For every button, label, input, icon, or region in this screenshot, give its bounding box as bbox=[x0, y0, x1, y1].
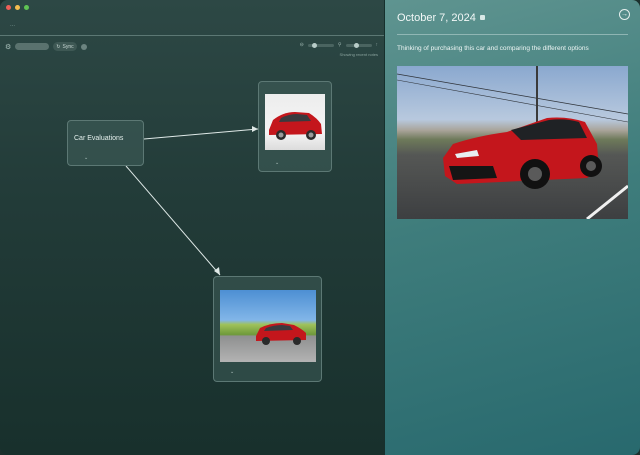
note-text[interactable]: Thinking of purchasing this car and comp… bbox=[397, 45, 589, 52]
note-date: October 7, 2024 bbox=[397, 12, 485, 24]
node-car-evaluations[interactable]: Car Evaluations ⌄ bbox=[67, 120, 144, 166]
detail-panel: October 7, 2024 → Thinking of purchasing… bbox=[385, 0, 640, 455]
red-car-icon bbox=[397, 66, 628, 219]
panel-rule bbox=[397, 34, 628, 35]
car-photo-thumbnail bbox=[220, 290, 316, 362]
canvas[interactable]: ... ⚙ ↻ Sync ⊖ ⚲ ↑ Showing recent notes bbox=[0, 0, 384, 455]
car-photo-large bbox=[397, 66, 628, 219]
calendar-icon[interactable] bbox=[479, 15, 485, 20]
note-date-text: October 7, 2024 bbox=[397, 12, 476, 24]
node-image-2[interactable]: ⌄ bbox=[213, 276, 322, 382]
app-window: ... ⚙ ↻ Sync ⊖ ⚲ ↑ Showing recent notes bbox=[0, 0, 640, 455]
edge-arrowhead-2 bbox=[214, 267, 220, 275]
edge-to-image-1 bbox=[143, 128, 259, 140]
connection-lines bbox=[125, 126, 259, 276]
chevron-down-icon[interactable]: ⌄ bbox=[275, 160, 279, 166]
node-image-1[interactable]: ⌄ bbox=[258, 81, 332, 172]
car-photo-thumbnail bbox=[265, 94, 325, 150]
arrow-right-circle-icon[interactable]: → bbox=[619, 9, 630, 20]
red-car-icon bbox=[269, 112, 322, 140]
chevron-down-icon[interactable]: ⌄ bbox=[84, 155, 88, 161]
chevron-down-icon[interactable]: ⌄ bbox=[230, 369, 234, 375]
node-title: Car Evaluations bbox=[74, 135, 124, 142]
red-car-icon bbox=[256, 323, 306, 345]
edge-to-image-2 bbox=[125, 165, 221, 276]
